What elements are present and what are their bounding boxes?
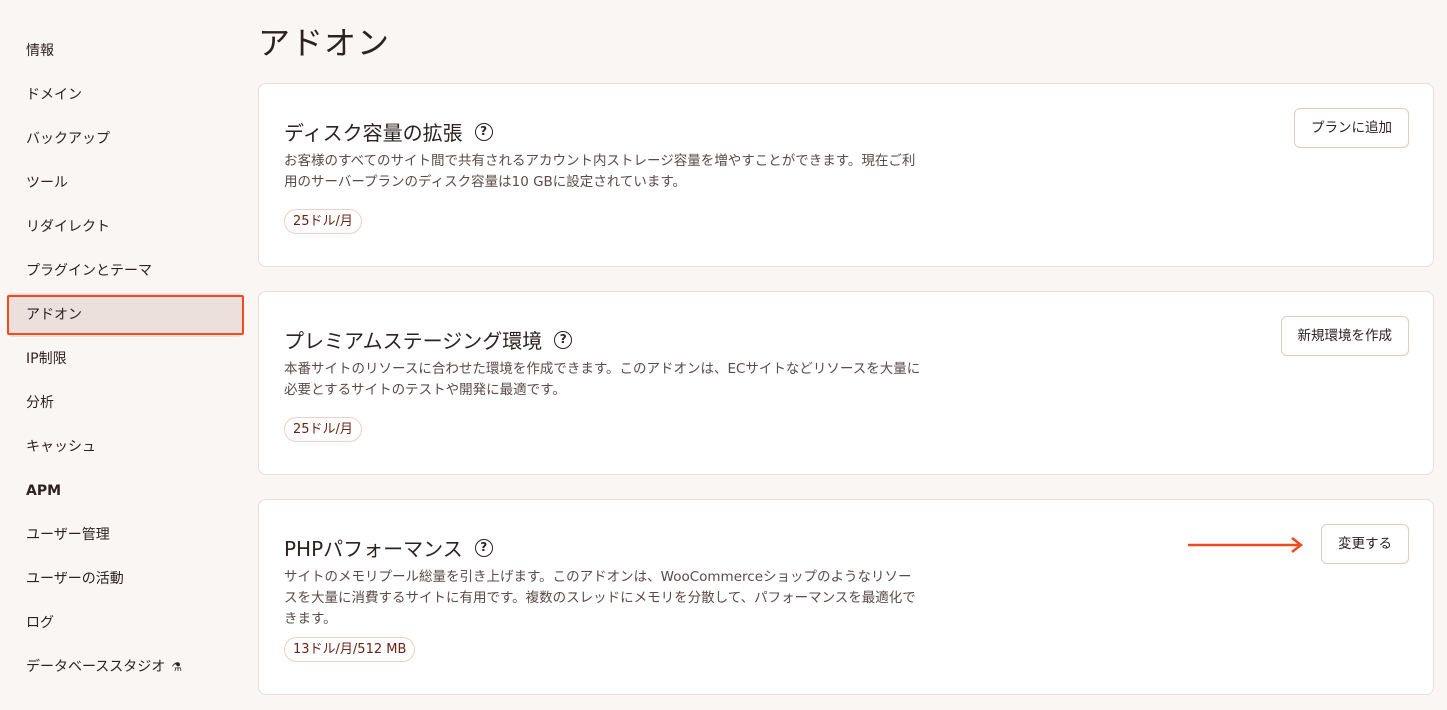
sidebar-item-info[interactable]: 情報 (0, 29, 250, 73)
sidebar-item-backups[interactable]: バックアップ (0, 117, 250, 161)
sidebar-item-cache[interactable]: キャッシュ (0, 425, 250, 469)
card-title-text: PHPパフォーマンス (284, 537, 463, 561)
card-description: 本番サイトのリソースに合わせた環境を作成できます。このアドオンは、ECサイトなど… (284, 361, 921, 398)
add-to-plan-button[interactable]: プランに追加 (1294, 108, 1409, 148)
sidebar-nav: 情報 ドメイン バックアップ ツール リダイレクト プラグインとテーマ アドオン… (0, 0, 250, 710)
card-title: プレミアムステージング環境 ? (284, 325, 573, 354)
sidebar-item-analytics[interactable]: 分析 (0, 381, 250, 425)
card-title-text: ディスク容量の拡張 (284, 121, 463, 145)
sidebar-item-addons[interactable]: アドオン (8, 293, 242, 337)
sidebar-item-tools[interactable]: ツール (0, 161, 250, 205)
help-icon[interactable]: ? (474, 538, 493, 557)
sidebar-item-redirects[interactable]: リダイレクト (0, 205, 250, 249)
sidebar-item-user-management[interactable]: ユーザー管理 (0, 513, 250, 557)
price-badge: 13ドル/月/512 MB (284, 637, 416, 662)
sidebar-item-plugins-themes[interactable]: プラグインとテーマ (0, 249, 250, 293)
sidebar-item-database-studio[interactable]: データベーススタジオ ⚗ (0, 645, 250, 689)
sidebar-item-user-activity[interactable]: ユーザーの活動 (0, 557, 250, 601)
card-title: ディスク容量の拡張 ? (284, 117, 493, 146)
price-badge: 25ドル/月 (284, 209, 362, 234)
change-button[interactable]: 変更する (1321, 524, 1409, 564)
flask-icon: ⚗ (171, 660, 183, 674)
create-environment-button[interactable]: 新規環境を作成 (1280, 316, 1409, 356)
sidebar-item-logs[interactable]: ログ (0, 601, 250, 645)
sidebar-item-domains[interactable]: ドメイン (0, 73, 250, 117)
help-icon[interactable]: ? (474, 122, 493, 141)
sidebar-item-apm[interactable]: APM (0, 469, 250, 513)
addon-card-staging: プレミアムステージング環境 ? 本番サイトのリソースに合わせた環境を作成できます… (258, 291, 1434, 475)
card-description: サイトのメモリプール総量を引き上げます。このアドオンは、WooCommerceシ… (284, 569, 916, 627)
arrow-right-icon (1188, 537, 1304, 553)
price-badge: 25ドル/月 (284, 417, 362, 442)
card-title: PHPパフォーマンス ? (284, 533, 493, 562)
addon-card-disk: ディスク容量の拡張 ? お客様のすべてのサイト間で共有されるアカウント内ストレー… (258, 83, 1434, 267)
help-icon[interactable]: ? (554, 330, 573, 349)
addon-card-php: PHPパフォーマンス ? サイトのメモリプール総量を引き上げます。このアドオンは… (258, 499, 1434, 695)
card-title-text: プレミアムステージング環境 (284, 329, 543, 353)
page-title: アドオン (258, 24, 391, 62)
sidebar-item-ip-restriction[interactable]: IP制限 (0, 337, 250, 381)
card-description: お客様のすべてのサイト間で共有されるアカウント内ストレージ容量を増やすことができ… (284, 153, 916, 190)
sidebar-item-label: データベーススタジオ (26, 659, 166, 675)
